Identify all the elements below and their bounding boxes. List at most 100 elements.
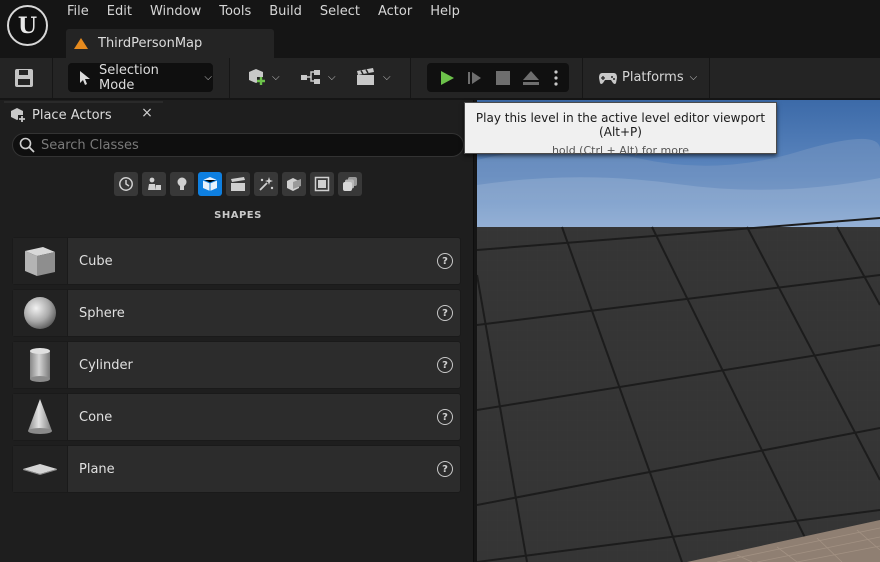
menu-select[interactable]: Select: [311, 0, 369, 24]
help-icon[interactable]: ?: [437, 461, 453, 477]
help-icon[interactable]: ?: [437, 253, 453, 269]
selection-mode-dropdown[interactable]: Selection Mode ⌵: [68, 62, 213, 93]
platforms-button[interactable]: Platforms ⌵: [598, 63, 697, 92]
search-classes-field[interactable]: [12, 133, 464, 157]
tab-label: ThirdPersonMap: [98, 36, 203, 51]
platforms-label: Platforms: [622, 70, 684, 85]
play-options-button[interactable]: [545, 66, 567, 90]
eject-button[interactable]: [517, 66, 545, 90]
thumbnail: [13, 290, 68, 336]
item-label: Cone: [79, 409, 113, 425]
item-label: Cube: [79, 253, 113, 269]
chevron-down-icon: ⌵: [204, 72, 213, 83]
gamepad-icon: [599, 72, 617, 84]
play-tooltip: Play this level in the active level edit…: [464, 102, 777, 157]
play-icon: [441, 70, 454, 85]
toolbar-divider: [229, 58, 230, 98]
item-label: Cylinder: [79, 357, 133, 373]
cube-icon: [25, 247, 55, 276]
recent-icon: [119, 177, 133, 191]
blueprint-graph-icon: [301, 70, 320, 84]
tooltip-text: Play this level in the active level edit…: [475, 111, 766, 139]
help-icon[interactable]: ?: [437, 357, 453, 373]
category-cinematic[interactable]: [226, 172, 250, 196]
menu-bar: File Edit Window Tools Build Select Acto…: [58, 0, 469, 24]
menu-edit[interactable]: Edit: [98, 0, 141, 24]
menu-window[interactable]: Window: [141, 0, 210, 24]
category-all-classes[interactable]: [310, 172, 334, 196]
toolbar-divider: [52, 58, 53, 98]
basic-icon: [148, 177, 161, 190]
add-actor-icon: [249, 69, 265, 85]
item-label: Plane: [79, 461, 115, 477]
list-item-cone[interactable]: Cone ?: [12, 393, 461, 441]
advance-frame-button[interactable]: [461, 66, 489, 90]
category-visual-effects[interactable]: [254, 172, 278, 196]
thumbnail: [13, 342, 68, 388]
category-shapes[interactable]: [198, 172, 222, 196]
section-heading: SHAPES: [214, 210, 262, 221]
unreal-logo-icon[interactable]: U: [7, 5, 48, 46]
thumbnail: [13, 394, 68, 440]
panel-title: Place Actors: [32, 107, 112, 123]
more-icon: [343, 177, 357, 191]
menu-actor[interactable]: Actor: [369, 0, 421, 24]
volumes-icon: [287, 178, 301, 191]
eject-icon: [523, 70, 539, 85]
category-volumes[interactable]: [282, 172, 306, 196]
category-recent[interactable]: [114, 172, 138, 196]
tab-third-person-map[interactable]: ThirdPersonMap: [66, 29, 274, 58]
list-item-cube[interactable]: Cube ?: [12, 237, 461, 285]
add-content-button[interactable]: ⌵: [246, 67, 280, 87]
close-icon[interactable]: ×: [140, 105, 154, 121]
search-input[interactable]: [41, 137, 441, 153]
item-label: Sphere: [79, 305, 125, 321]
toolbar-divider: [709, 58, 710, 98]
toolbar-divider: [582, 58, 583, 98]
sphere-icon: [24, 297, 56, 329]
visual-effects-icon: [259, 177, 274, 191]
chevron-down-icon: ⌵: [328, 71, 336, 83]
category-more[interactable]: [338, 172, 362, 196]
more-vertical-icon: [554, 69, 558, 86]
menu-tools[interactable]: Tools: [210, 0, 260, 24]
thumbnail: [13, 446, 68, 492]
toolbar-divider: [410, 58, 411, 98]
selection-mode-label: Selection Mode: [99, 62, 159, 93]
menu-help[interactable]: Help: [421, 0, 469, 24]
menu-build[interactable]: Build: [260, 0, 311, 24]
category-basic[interactable]: [142, 172, 166, 196]
play-button[interactable]: [433, 66, 461, 90]
blueprints-button[interactable]: ⌵: [300, 67, 336, 87]
lights-icon: [177, 177, 187, 190]
skip-forward-icon: [468, 71, 481, 84]
chevron-down-icon: ⌵: [383, 71, 391, 83]
logo-letter: U: [17, 12, 38, 39]
list-item-plane[interactable]: Plane ?: [12, 445, 461, 493]
cinematic-icon: [231, 177, 245, 191]
clapperboard-icon: [357, 68, 374, 85]
level-viewport[interactable]: [477, 100, 880, 562]
level-map-icon: [74, 38, 88, 49]
help-icon[interactable]: ?: [437, 409, 453, 425]
cylinder-icon: [30, 348, 50, 382]
play-controls: [427, 63, 569, 92]
stop-icon: [496, 70, 510, 85]
help-icon[interactable]: ?: [437, 305, 453, 321]
shapes-icon: [202, 177, 218, 191]
all-classes-icon: [314, 176, 330, 192]
menu-file[interactable]: File: [58, 0, 98, 24]
cone-icon: [28, 399, 52, 434]
save-button[interactable]: [14, 68, 36, 88]
search-icon: [19, 137, 35, 153]
viewport-scene: [477, 100, 880, 562]
cinematics-button[interactable]: ⌵: [355, 67, 391, 87]
tooltip-hint: hold (Ctrl + Alt) for more: [551, 144, 690, 157]
thumbnail: [13, 238, 68, 284]
list-item-cylinder[interactable]: Cylinder ?: [12, 341, 461, 389]
stop-button[interactable]: [489, 66, 517, 90]
list-item-sphere[interactable]: Sphere ?: [12, 289, 461, 337]
chevron-down-icon: ⌵: [272, 71, 280, 83]
category-lights[interactable]: [170, 172, 194, 196]
cursor-icon: [80, 70, 90, 85]
